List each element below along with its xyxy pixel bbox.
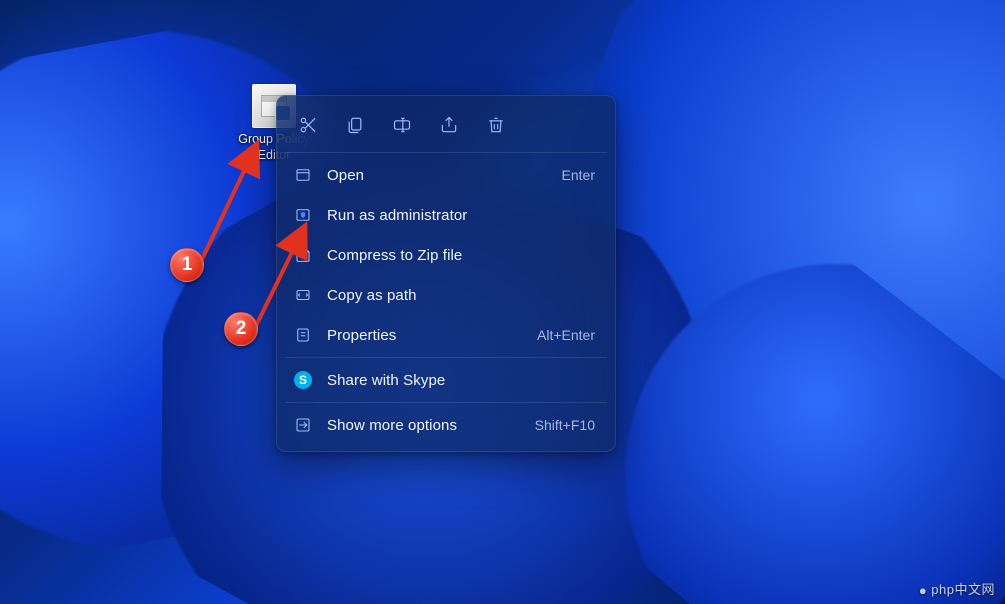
rename-icon [392,115,412,135]
menu-item-label: Show more options [327,417,521,434]
delete-button[interactable] [485,114,507,136]
trash-icon [486,115,506,135]
shield-icon [293,205,313,225]
copy-button[interactable] [344,114,366,136]
menu-item-open[interactable]: Open Enter [283,155,609,195]
watermark: ● php中文网 [919,579,995,598]
menu-item-copy-as-path[interactable]: Copy as path [283,275,609,315]
context-menu-toolbar [283,102,609,150]
zip-icon [293,245,313,265]
annotation-badge-2: 2 [224,312,258,346]
annotation-badge-label: 2 [236,318,247,340]
menu-item-label: Properties [327,327,523,344]
skype-icon: S [293,370,313,390]
share-button[interactable] [438,114,460,136]
copy-path-icon [293,285,313,305]
menu-item-show-more[interactable]: Show more options Shift+F10 [283,405,609,445]
menu-item-label: Run as administrator [327,207,581,224]
separator [285,402,607,403]
menu-item-accel: Alt+Enter [537,327,595,343]
separator [285,357,607,358]
menu-item-accel: Enter [562,167,595,183]
context-menu: Open Enter Run as administrator Compress… [276,95,616,452]
menu-item-run-as-admin[interactable]: Run as administrator [283,195,609,235]
more-options-icon [293,415,313,435]
annotation-badge-label: 1 [182,254,193,276]
properties-icon [293,325,313,345]
menu-item-label: Open [327,167,548,184]
menu-item-label: Copy as path [327,287,581,304]
menu-item-accel: Shift+F10 [535,417,595,433]
separator [285,152,607,153]
share-icon [439,115,459,135]
watermark-text: php中文网 [931,582,995,597]
rename-button[interactable] [391,114,413,136]
menu-item-properties[interactable]: Properties Alt+Enter [283,315,609,355]
copy-icon [345,115,365,135]
menu-item-share-skype[interactable]: S Share with Skype [283,360,609,400]
menu-item-label: Compress to Zip file [327,247,581,264]
cut-button[interactable] [297,114,319,136]
annotation-badge-1: 1 [170,248,204,282]
scissors-icon [298,115,318,135]
open-icon [293,165,313,185]
menu-item-compress-zip[interactable]: Compress to Zip file [283,235,609,275]
menu-item-label: Share with Skype [327,372,581,389]
